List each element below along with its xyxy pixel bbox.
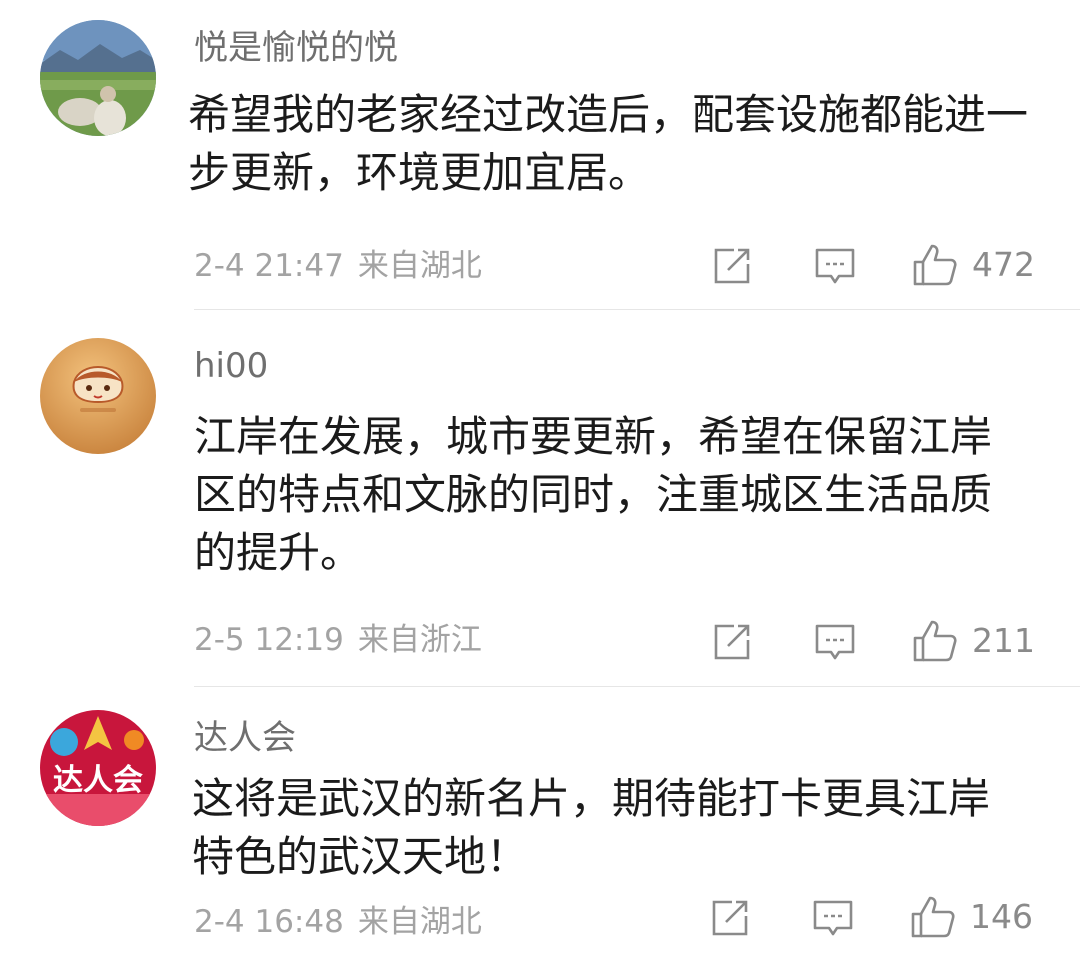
comment-item: hi00 江岸在发展，城市要更新，希望在保留江岸区的特点和文脉的同时，注重城区生… [0,310,1080,690]
thumbs-up-icon [913,244,957,286]
like-button[interactable]: 472 [912,242,1035,288]
comment-icon [815,624,855,660]
share-icon [712,900,748,936]
like-button[interactable]: 146 [910,894,1033,940]
reply-button[interactable] [812,898,854,940]
username[interactable]: 悦是愉悦的悦 [194,28,398,68]
avatar[interactable] [40,20,156,136]
comment-time: 2-4 21:47 [194,248,344,284]
landscape-photo-avatar [40,20,156,136]
share-button[interactable] [712,622,752,662]
comment-text: 希望我的老家经过改造后，配套设施都能进一步更新，环境更加宜居。 [188,90,1029,197]
comment-meta: 2-4 21:47 来自湖北 [194,246,482,286]
share-icon [714,624,750,660]
comment-icon [815,248,855,284]
avatar[interactable] [40,338,156,454]
like-count: 146 [970,897,1033,936]
like-count: 472 [972,245,1035,284]
username[interactable]: 达人会 [194,718,296,758]
share-icon [714,248,750,284]
comment-item: 达人会 达人会 这将是武汉的新名片，期待能打卡更具江岸特色的武汉天地！ 2-4 … [0,690,1080,954]
comment-time: 2-5 12:19 [194,622,344,658]
reply-button[interactable] [814,246,856,288]
thumbs-up-icon [913,620,957,662]
comment-icon [813,900,853,936]
comment-meta: 2-5 12:19 来自浙江 [194,620,482,660]
username[interactable]: hi00 [194,346,268,386]
divider [194,686,1080,687]
cartoon-face-avatar [40,338,156,454]
thumbs-up-icon [911,896,955,938]
avatar[interactable]: 达人会 [40,710,156,826]
comment-location: 来自湖北 [357,248,482,284]
comment-text: 江岸在发展，城市要更新，希望在保留江岸区的特点和文脉的同时，注重城区生活品质的提… [194,412,993,577]
comment-location: 来自浙江 [357,622,482,658]
comment-location: 来自湖北 [357,904,482,940]
share-button[interactable] [710,898,750,938]
share-button[interactable] [712,246,752,286]
like-button[interactable]: 211 [912,618,1035,664]
comment-time: 2-4 16:48 [194,904,344,940]
comment-item: 悦是愉悦的悦 希望我的老家经过改造后，配套设施都能进一步更新，环境更加宜居。 2… [0,0,1080,310]
darenhui-logo-text: 达人会 [53,763,143,798]
comment-text: 这将是武汉的新名片，期待能打卡更具江岸特色的武汉天地！ [192,774,991,881]
reply-button[interactable] [814,622,856,664]
comment-meta: 2-4 16:48 来自湖北 [194,902,482,942]
like-count: 211 [972,621,1035,660]
darenhui-logo-avatar: 达人会 [40,710,156,826]
